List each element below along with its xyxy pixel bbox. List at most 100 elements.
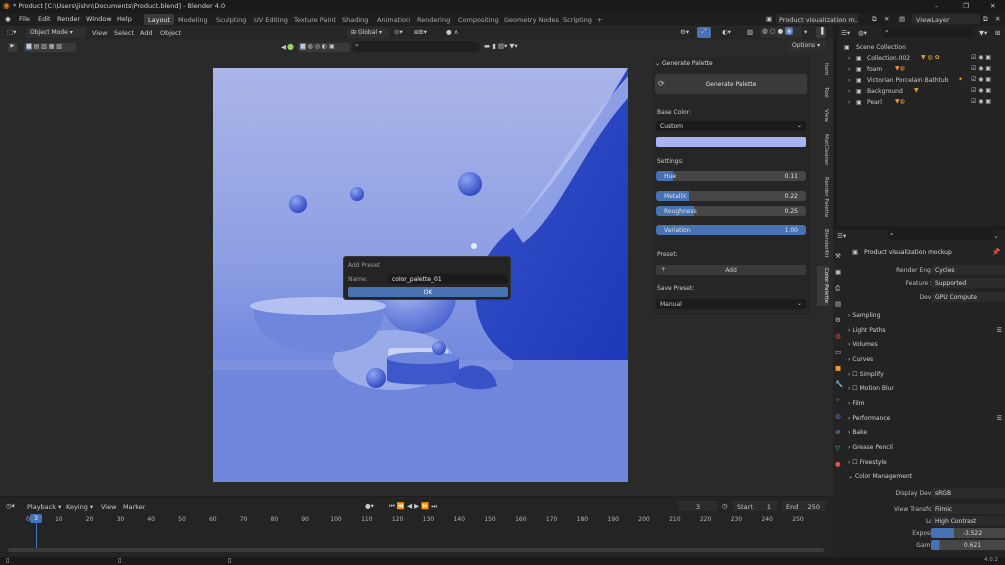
render-pass-icons[interactable]: ■ ◍ ◎ ◐ ▣	[298, 43, 350, 52]
proportional-edit-icon[interactable]: ● ∧	[446, 28, 459, 36]
playback-controls[interactable]: ⏮ ⏪ ◀ ▶ ⏩ ⏭	[389, 502, 437, 511]
outliner-search[interactable]: ⌕	[882, 27, 974, 38]
menu-add[interactable]: Add	[140, 29, 153, 37]
physics-tab-icon[interactable]: ◎	[835, 412, 841, 420]
pivot-icon[interactable]: ⊙▾	[394, 28, 403, 36]
close-button[interactable]: ✕	[990, 2, 995, 10]
menu-help[interactable]: Help	[117, 15, 132, 23]
add-workspace-button[interactable]: +	[593, 14, 606, 25]
blender-menu-icon[interactable]: ◉	[5, 15, 11, 23]
viewport-search-field[interactable]: ⌕	[352, 41, 480, 52]
tab-item[interactable]: Item	[817, 60, 829, 78]
end-frame-field[interactable]: End 250	[782, 501, 826, 511]
add-preset-button[interactable]: + Add	[656, 265, 806, 275]
scene-tab-icon[interactable]: ⚙	[835, 316, 841, 324]
expand-icon[interactable]: ›	[848, 77, 850, 84]
delete-view-layer-icon[interactable]: ✕	[995, 15, 1000, 23]
tab-render-palette[interactable]: Render Palette	[817, 175, 829, 219]
expand-icon[interactable]: ›	[848, 88, 850, 95]
options-button[interactable]: Options ▾	[788, 41, 826, 51]
metallic-slider[interactable]: Metallic 0.22	[656, 191, 806, 201]
expand-icon[interactable]: ›	[848, 66, 850, 73]
scene-collection-row[interactable]: ▣ Scene Collection	[842, 43, 1001, 53]
selection-mode-icons[interactable]: ■ ▤ ▥ ▦ ▧	[24, 43, 76, 52]
overlays-icon[interactable]: ◐▾	[722, 28, 731, 36]
menu-window[interactable]: Window	[86, 15, 112, 23]
section-color-management[interactable]: ⌄ Color Management	[848, 473, 998, 485]
tool-tab-icon[interactable]: ⚒	[835, 252, 841, 260]
section-bake[interactable]: › Bake	[848, 429, 998, 441]
editor-type-icon[interactable]: ⬚▾	[7, 28, 16, 36]
world-tab-icon[interactable]: ◍	[835, 332, 841, 340]
pin-icon[interactable]: 📌	[992, 248, 1000, 256]
properties-search[interactable]: ⌕	[887, 230, 997, 240]
filter-icon[interactable]: ▼▾	[979, 29, 987, 37]
visibility-icons[interactable]: ☑ ◉ ▣	[971, 76, 991, 83]
tab-uv-editing[interactable]: UV Editing	[250, 14, 292, 25]
shading-modes[interactable]: ◍ ○ ● ◉	[760, 27, 802, 38]
menu-file[interactable]: File	[19, 15, 30, 23]
render-engine-dropdown[interactable]: Cycles	[931, 265, 1005, 275]
shading-options-icon[interactable]: ▾	[804, 28, 807, 36]
menu-object[interactable]: Object	[160, 29, 181, 37]
modifier-tab-icon[interactable]: 🔧	[835, 380, 843, 388]
menu-select[interactable]: Select	[114, 29, 134, 37]
clock-icon[interactable]: ◷	[722, 502, 728, 510]
playhead[interactable]: 3	[30, 514, 42, 523]
variation-slider[interactable]: Variation 1.00	[656, 225, 806, 235]
menu-view-timeline[interactable]: View	[101, 503, 116, 511]
tab-matcleaner[interactable]: MatCleaner	[817, 132, 829, 168]
menu-edit[interactable]: Edit	[38, 15, 51, 23]
tab-blenderkit[interactable]: BlenderKit	[817, 227, 829, 259]
display-device-dropdown[interactable]: sRGB	[931, 488, 1005, 498]
maximize-button[interactable]: ❐	[963, 2, 969, 10]
view-object-types-icon[interactable]: ⚙▾	[680, 28, 689, 36]
tab-sculpting[interactable]: Sculpting	[212, 14, 250, 25]
view-layer-selector[interactable]: ViewLayer	[912, 14, 980, 24]
outliner-item[interactable]: › ▣ Background ▼ ☑ ◉ ▣	[842, 87, 1001, 97]
menu-view[interactable]: View	[92, 29, 107, 37]
section-grease-pencil[interactable]: › Grease Pencil	[848, 444, 998, 456]
section-simplify[interactable]: › ☐ Simplify	[848, 371, 998, 383]
device-dropdown[interactable]: GPU Compute	[931, 292, 1005, 302]
menu-keying[interactable]: Keying ▾	[66, 503, 93, 511]
generate-palette-button[interactable]: ⟳ Generate Palette	[655, 74, 807, 94]
gizmo-toggle-icon[interactable]: ⤢	[697, 27, 711, 38]
chevron-down-icon[interactable]: ⌄	[993, 232, 998, 240]
transform-orientation[interactable]: ⊞ Global ▾	[347, 28, 389, 38]
section-curves[interactable]: › Curves	[848, 356, 998, 368]
view-layer-tab-icon[interactable]: ▤	[835, 300, 841, 308]
timeline[interactable]: ◷▾ Playback ▾ Keying ▾ View Marker ●▾ ⏮ …	[0, 497, 833, 557]
current-frame-field[interactable]: 3	[678, 501, 718, 511]
feature-set-dropdown[interactable]: Supported	[931, 278, 1005, 288]
tab-animation[interactable]: Animation	[373, 14, 414, 25]
outliner-item[interactable]: › ▣ Victorian Porcelain Bathtub ✦ ☑ ◉ ▣	[842, 76, 1001, 86]
tab-scripting[interactable]: Scripting	[559, 14, 596, 25]
expand-icon[interactable]: ›	[848, 99, 850, 106]
play-tool-icon[interactable]: ▶	[8, 43, 17, 52]
preset-name-input[interactable]: color_palette_01	[388, 274, 508, 284]
timeline-scrollbar[interactable]	[8, 548, 824, 552]
tab-rendering[interactable]: Rendering	[413, 14, 454, 25]
filter-icons[interactable]: ▬ ▮ ▤▾ ▼▾	[484, 42, 518, 50]
section-motion-blur[interactable]: › ☐ Motion Blur	[848, 385, 998, 397]
section-light-paths[interactable]: › Light Paths ☰	[848, 327, 1002, 339]
visibility-icons[interactable]: ☑ ◉ ▣	[971, 87, 991, 94]
tab-shading[interactable]: Shading	[338, 14, 372, 25]
tab-geometry-nodes[interactable]: Geometry Nodes	[500, 14, 563, 25]
start-frame-field[interactable]: Start 1	[733, 501, 777, 511]
scene-selector[interactable]: Product visualization m...	[776, 14, 858, 24]
outliner-item[interactable]: › ▣ Collection.002 ▼ ◍ ✿ ☑ ◉ ▣	[842, 54, 1001, 64]
section-volumes[interactable]: › Volumes	[848, 341, 998, 353]
data-tab-icon[interactable]: ▽	[835, 444, 840, 452]
exposure-field[interactable]: -3.522	[931, 528, 1005, 538]
tab-compositing[interactable]: Compositing	[454, 14, 503, 25]
hue-slider[interactable]: Hue 0.11	[656, 171, 806, 181]
tab-texture-paint[interactable]: Texture Paint	[290, 14, 340, 25]
delete-scene-icon[interactable]: ✕	[884, 15, 889, 23]
snap-icon[interactable]: ⧈⊞▾	[414, 28, 427, 37]
visibility-icons[interactable]: ☑ ◉ ▣	[971, 65, 991, 72]
outliner-editor-icon[interactable]: ☰▾	[841, 29, 850, 37]
tab-layout[interactable]: Layout	[144, 14, 175, 25]
panel-collapse-icon[interactable]: ⌄	[655, 60, 660, 67]
